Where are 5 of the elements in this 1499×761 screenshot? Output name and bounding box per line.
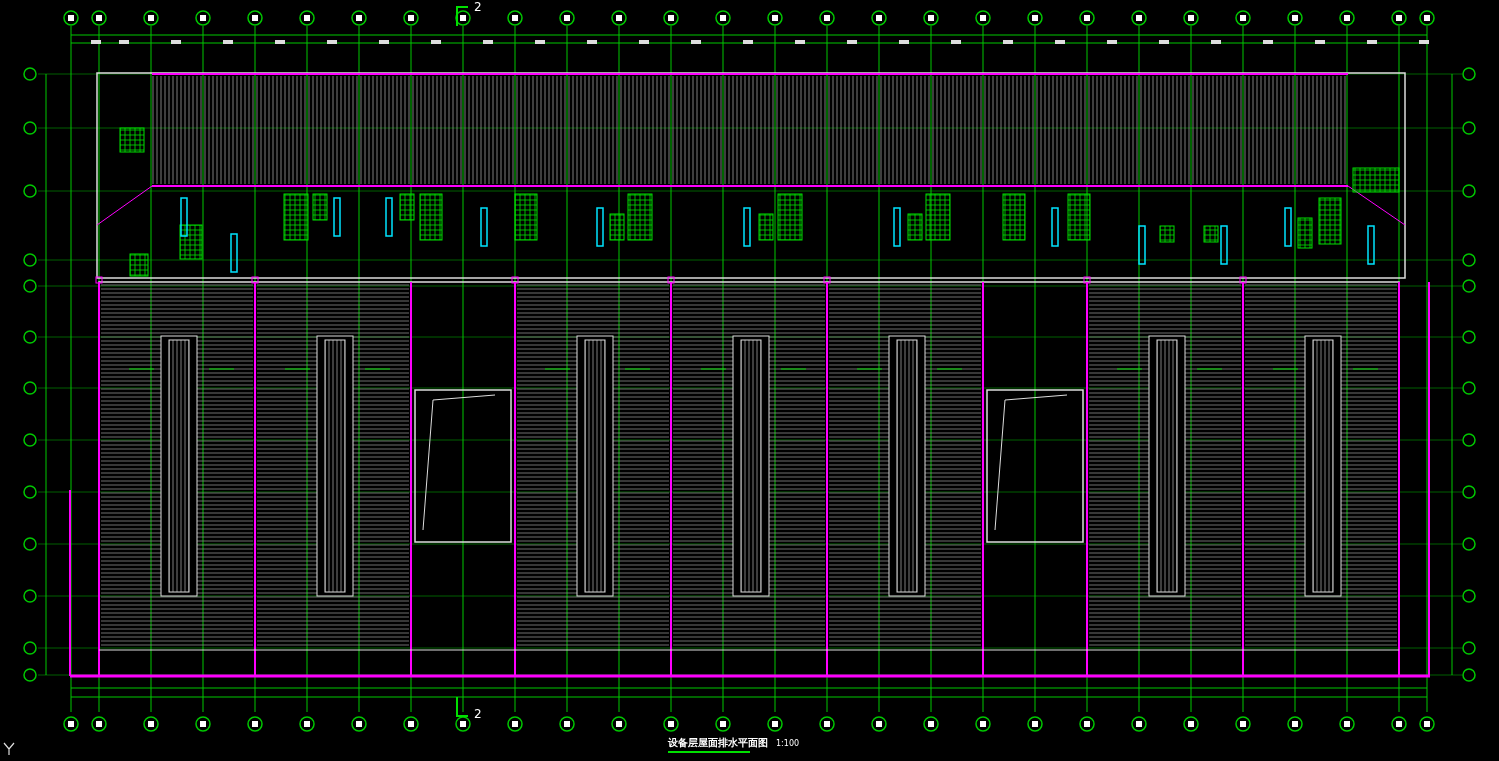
ucs-axis-icon	[2, 742, 16, 756]
drawing-scale: 1:100	[776, 740, 800, 748]
section-label: 2	[474, 708, 482, 720]
drawing-title: 设备层屋面排水平面图	[668, 738, 768, 748]
section-label: 2	[474, 1, 482, 13]
